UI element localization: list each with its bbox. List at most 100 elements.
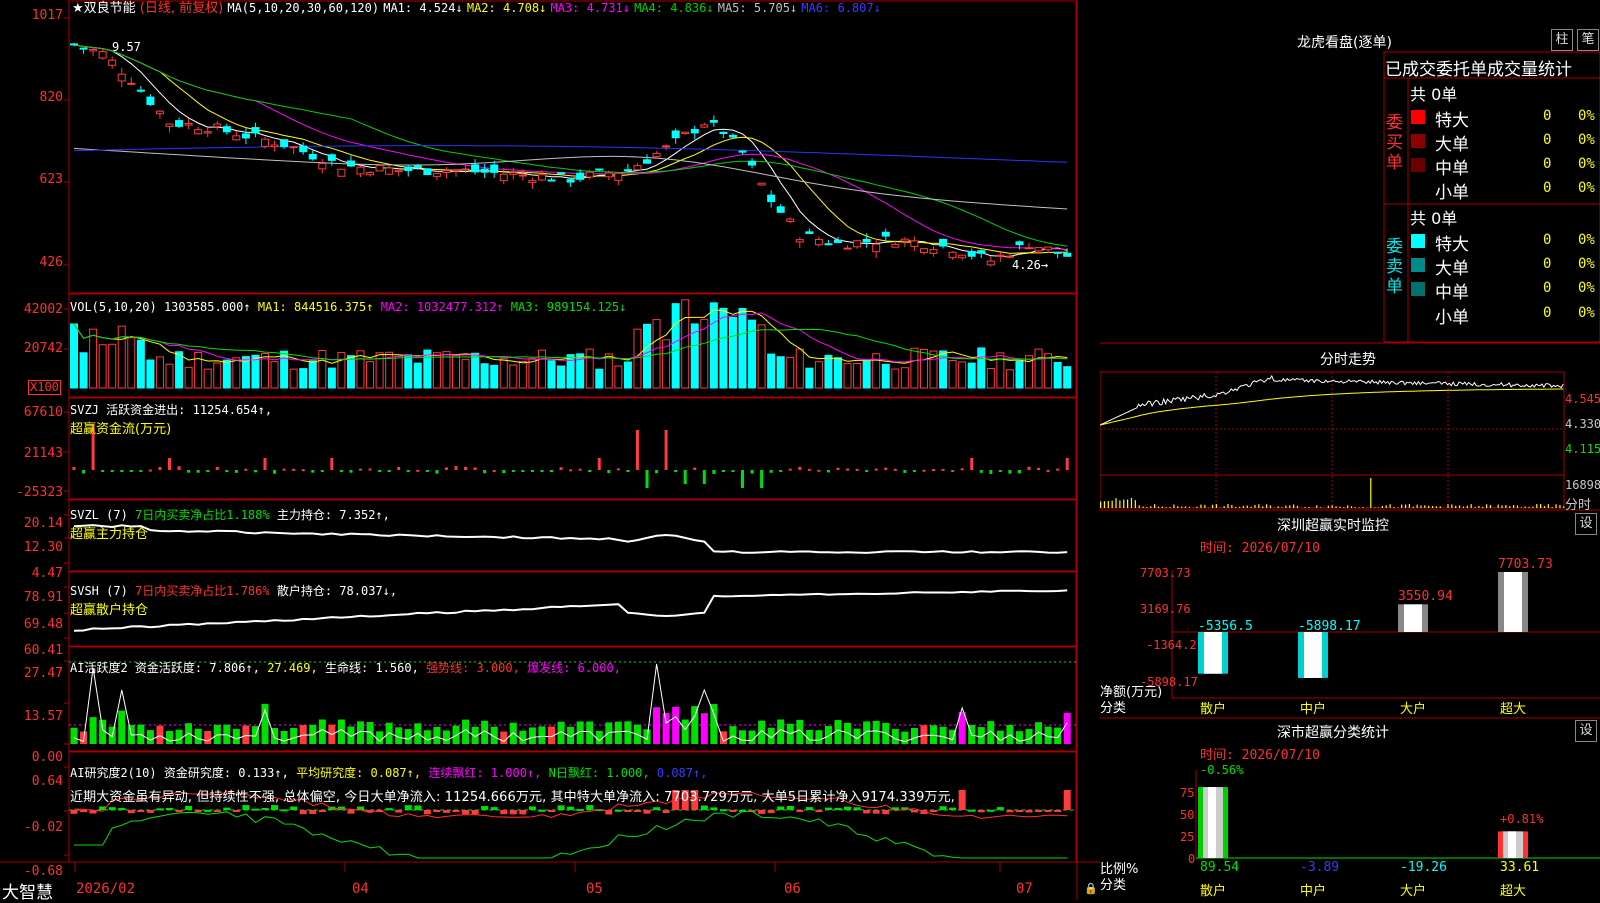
fund-flow-bar: [178, 466, 181, 470]
intraday-volume-bar: [1266, 504, 1267, 508]
intraday-volume-bar: [1420, 505, 1421, 508]
fund-flow-bar: [206, 470, 209, 472]
fund-flow-bar: [369, 468, 372, 470]
activity-bar: [281, 731, 288, 744]
volume-bar: [300, 369, 307, 388]
intraday-volume-bar: [1378, 507, 1379, 508]
research-bar: [309, 810, 316, 814]
intraday-volume-bar: [1370, 478, 1371, 508]
intraday-volume-bar: [1432, 506, 1433, 508]
research-bar: [433, 810, 440, 812]
row-count: 0: [1543, 132, 1551, 148]
candle: [204, 132, 211, 133]
fund-flow-bar: [980, 470, 983, 473]
chart-mode[interactable]: (日线, 前复权): [140, 1, 223, 16]
vol-unit-button[interactable]: X100: [28, 380, 61, 395]
main-chart-area[interactable]: [0, 0, 1100, 900]
svsh-ytick: 60.41: [24, 643, 63, 658]
monitor-cat: 大户: [1400, 698, 1426, 717]
candle: [290, 147, 297, 148]
research-bar: [500, 810, 507, 814]
intraday-volume-bar: [1224, 506, 1225, 508]
fund-flow-bar: [321, 470, 324, 472]
candle: [987, 261, 994, 265]
candle: [739, 151, 746, 152]
intraday-ytick: 4.330: [1565, 417, 1600, 431]
candle: [787, 219, 794, 221]
intraday-volume-bar: [1362, 507, 1363, 508]
candle: [672, 131, 679, 138]
vol-header: VOL(5,10,20) 1303585.000↑ MA1: 844516.37…: [70, 300, 626, 314]
candle: [567, 180, 574, 182]
activity-bar: [710, 704, 717, 744]
fund-flow-bar: [139, 470, 142, 472]
research-bar: [414, 806, 421, 810]
bar-view-button[interactable]: 柱: [1551, 29, 1573, 51]
stock-title[interactable]: ★双良节能: [72, 1, 136, 16]
monitor-settings-button[interactable]: 设: [1575, 513, 1597, 535]
xaxis-label: 05: [586, 881, 603, 897]
research-bar: [729, 810, 736, 812]
candle: [443, 171, 450, 173]
volume-bar: [815, 362, 822, 388]
research-bar: [137, 810, 144, 812]
activity-bar: [682, 720, 689, 744]
classify-ytick: 25: [1180, 830, 1194, 844]
intraday-volume-bar: [1262, 506, 1263, 508]
classify-top-label: +0.81%: [1500, 812, 1543, 826]
fund-flow-bar: [989, 470, 992, 474]
intraday-volume-bar: [1251, 507, 1252, 508]
intraday-volume-bar: [1552, 507, 1553, 508]
intraday-volume-bar: [1139, 505, 1140, 508]
candle: [835, 240, 842, 242]
intraday-volume-bar: [1513, 505, 1514, 508]
activity-bar: [90, 717, 97, 744]
price-ytick: 820: [40, 90, 63, 105]
classify-settings-button[interactable]: 设: [1575, 720, 1597, 742]
volume-bar: [835, 358, 842, 388]
activity-bar: [940, 727, 947, 744]
intraday-volume-bar: [1104, 501, 1105, 508]
svzl-sub: 超赢主力持仓: [70, 523, 148, 542]
price-ytick: 426: [40, 255, 63, 270]
svzj-ytick: 21143: [24, 446, 63, 461]
lock-icon[interactable]: 🔒: [1084, 882, 1098, 895]
candle: [1035, 248, 1042, 251]
ai1-header: AI活跃度2 资金活跃度: 7.806↑, 27.469, 生命线: 1.560…: [70, 661, 621, 675]
ma4-line: [74, 45, 1067, 246]
research-bar: [453, 810, 460, 812]
ai2-title: AI研究度2(10): [70, 766, 157, 780]
tick-view-button[interactable]: 笔: [1577, 29, 1599, 51]
activity-bar: [911, 728, 918, 744]
activity-bar: [701, 713, 708, 744]
volume-bar: [1016, 361, 1023, 388]
intraday-volume-bar: [1297, 506, 1298, 508]
candle: [252, 128, 259, 133]
candle: [538, 175, 545, 180]
candle: [481, 169, 488, 172]
volume-bar: [968, 363, 975, 388]
research-bar: [548, 810, 555, 812]
activity-bar: [166, 731, 173, 744]
volume-bar: [319, 351, 326, 388]
fund-flow-bar: [521, 470, 524, 472]
classify-title: 深市超赢分类统计: [1277, 722, 1389, 742]
intraday-volume-bar: [1123, 500, 1124, 508]
intraday-title[interactable]: 分时走势: [1320, 349, 1376, 369]
svsh-l2: 散户持仓: 78.037↓,: [277, 584, 397, 598]
volume-bar: [1054, 362, 1061, 388]
xaxis-label: 07: [1016, 881, 1033, 897]
volume-bar: [777, 357, 784, 388]
intraday-volume-bar: [1424, 505, 1425, 508]
monitor-cat: 散户: [1200, 698, 1226, 717]
activity-bar: [815, 730, 822, 744]
svzl-ytick: 4.47: [32, 566, 63, 581]
vol-ma3: MA3: 989154.125↓: [511, 300, 627, 314]
fund-flow-bar: [970, 458, 973, 470]
research-bar: [481, 806, 488, 810]
candle: [882, 232, 889, 236]
monitor-ytick: -1364.2: [1146, 638, 1197, 652]
volume-bar: [844, 364, 851, 388]
vol-title: VOL(5,10,20): [70, 300, 157, 314]
intraday-volume-bar: [1181, 507, 1182, 508]
